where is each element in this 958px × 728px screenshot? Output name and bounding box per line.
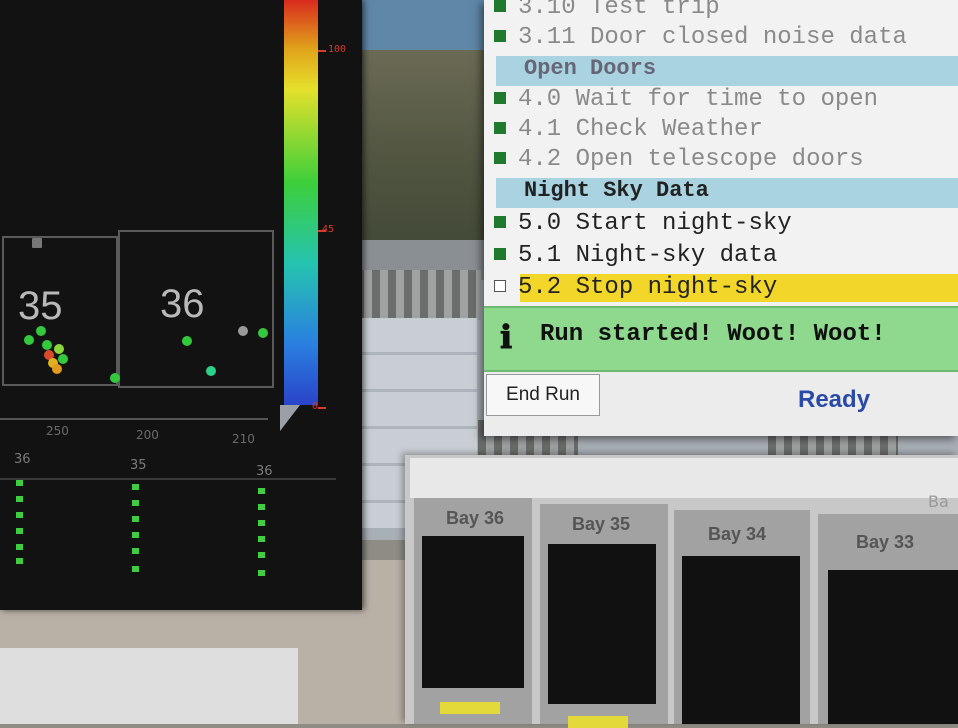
- axis-tick-label: 250: [46, 424, 69, 438]
- bay-status-strip: [440, 702, 500, 714]
- checklist-item-current[interactable]: 5.2 Stop night-sky: [494, 274, 777, 304]
- step-text: Open telescope doors: [575, 146, 864, 173]
- step-number: 4.1: [518, 116, 562, 143]
- event-dot: [52, 364, 62, 374]
- column-head: 35: [130, 458, 147, 473]
- event-dot: [54, 344, 64, 354]
- step-done-checkbox[interactable]: [494, 152, 506, 164]
- indicator-led: [258, 520, 265, 526]
- step-text: Stop night-sky: [575, 274, 778, 301]
- indicator-led: [16, 528, 23, 534]
- indicator-led: [132, 548, 139, 554]
- colorbar-scale: [284, 0, 318, 405]
- axis-tick-label: 210: [232, 432, 255, 446]
- checklist-item[interactable]: 3.11 Door closed noise data: [494, 24, 907, 54]
- axis-tick-label: 200: [136, 428, 159, 442]
- bay-label: Bay 34: [708, 524, 767, 544]
- event-dot: [110, 373, 120, 383]
- bay-label: Bay 35: [572, 514, 631, 534]
- step-text: Start night-sky: [575, 210, 792, 237]
- end-run-button[interactable]: End Run: [486, 374, 600, 416]
- indicator-led: [132, 516, 139, 522]
- event-dot: [182, 336, 192, 346]
- event-dot: [42, 340, 52, 350]
- step-text: Test trip: [590, 0, 720, 21]
- bay-map-label: 36: [160, 282, 205, 326]
- indicator-led: [258, 552, 265, 558]
- bay-camera-view[interactable]: [682, 556, 800, 724]
- step-number: 5.1: [518, 242, 562, 269]
- indicator-led: [132, 484, 139, 490]
- bay-label: Bay 33: [856, 532, 915, 552]
- status-message-text: Run started! Woot! Woot!: [540, 321, 886, 348]
- step-pending-checkbox[interactable]: [494, 280, 506, 292]
- column-head: 36: [256, 464, 273, 479]
- step-number: 4.2: [518, 146, 562, 173]
- event-dot: [36, 326, 46, 336]
- step-number: 5.0: [518, 210, 562, 237]
- section-header-open-doors: Open Doors: [496, 56, 958, 86]
- event-dot: [238, 326, 248, 336]
- columns-divider: [0, 478, 336, 480]
- indicator-led: [258, 570, 265, 576]
- step-text: Check Weather: [575, 116, 763, 143]
- step-done-checkbox[interactable]: [494, 216, 506, 228]
- axis-line: [0, 418, 268, 420]
- bay-label: Bay 36: [446, 508, 505, 528]
- indicator-led: [16, 480, 23, 486]
- indicator-led: [258, 488, 265, 494]
- indicator-led: [16, 496, 23, 502]
- event-dot: [58, 354, 68, 364]
- step-text: Door closed noise data: [590, 24, 907, 51]
- event-dot: [206, 366, 216, 376]
- checklist-item[interactable]: 5.0 Start night-sky: [494, 210, 792, 240]
- step-text: Night-sky data: [575, 242, 778, 269]
- event-dot: [24, 335, 34, 345]
- step-number: 5.2: [518, 274, 562, 301]
- checklist-item[interactable]: 4.1 Check Weather: [494, 116, 763, 146]
- column-head: 36: [14, 452, 31, 467]
- event-dot: [258, 328, 268, 338]
- colorbar-min-label: 0: [312, 401, 319, 412]
- info-icon: ℹ: [500, 319, 513, 355]
- indicator-led: [132, 566, 139, 572]
- checklist-item[interactable]: 4.0 Wait for time to open: [494, 86, 878, 116]
- step-done-checkbox[interactable]: [494, 248, 506, 260]
- step-number: 4.0: [518, 86, 562, 113]
- bay-status-strip: [568, 716, 628, 728]
- indicator-led: [16, 558, 23, 564]
- indicator-led: [132, 532, 139, 538]
- colorbar-mid-label: 45: [322, 224, 335, 235]
- bay-camera-view[interactable]: [548, 544, 656, 704]
- step-done-checkbox[interactable]: [494, 122, 506, 134]
- bay-camera-view[interactable]: [422, 536, 524, 688]
- bays-window-titlebar: [410, 458, 958, 498]
- step-done-checkbox[interactable]: [494, 92, 506, 104]
- indicator-led: [258, 536, 265, 542]
- background-window: [0, 648, 298, 724]
- checklist-item[interactable]: 3.10 Test trip: [494, 0, 720, 24]
- wall-slats: [356, 270, 481, 320]
- step-text: Wait for time to open: [575, 86, 879, 113]
- colorbar-tick: [318, 407, 326, 409]
- checklist-item[interactable]: 5.1 Night-sky data: [494, 242, 777, 272]
- step-number: 3.11: [518, 24, 576, 51]
- section-header-night-sky-data: Night Sky Data: [496, 178, 958, 208]
- indicator-led: [132, 500, 139, 506]
- colorbar-max-label: 100: [328, 44, 347, 55]
- step-done-checkbox[interactable]: [494, 30, 506, 42]
- step-number: 3.10: [518, 0, 576, 21]
- indicator-led: [258, 504, 265, 510]
- indicator-led: [16, 544, 23, 550]
- event-dot: [32, 238, 42, 248]
- indicator-led: [16, 512, 23, 518]
- bay-map-label: 35: [18, 284, 63, 328]
- colorbar-tick: [318, 50, 326, 52]
- run-status-label: Ready: [798, 386, 871, 413]
- step-done-checkbox[interactable]: [494, 0, 506, 12]
- bay-camera-view[interactable]: [828, 570, 958, 724]
- checklist-item[interactable]: 4.2 Open telescope doors: [494, 146, 864, 176]
- bays-tab-label[interactable]: Ba: [928, 492, 949, 511]
